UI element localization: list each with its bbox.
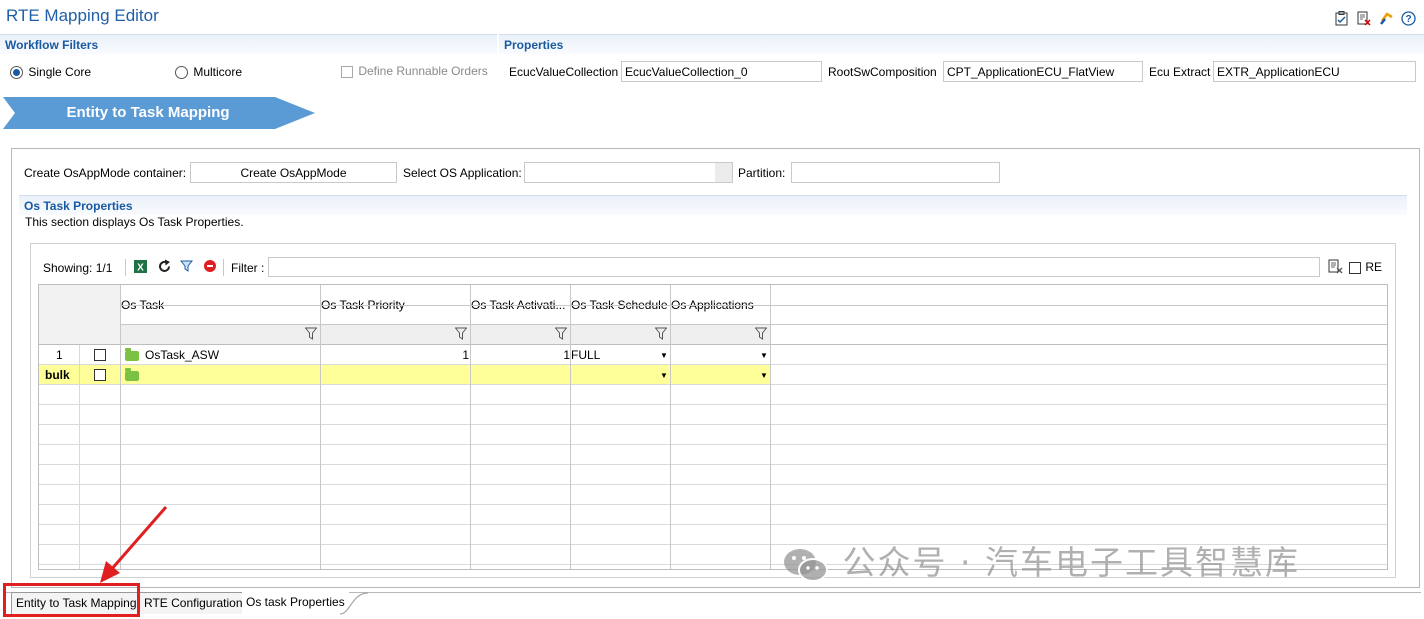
select-os-application-dropdown-button[interactable] [715, 163, 732, 182]
workflow-step-label[interactable]: Entity to Task Mapping [3, 97, 293, 129]
root-sw-composition-label: RootSwComposition [828, 65, 937, 79]
column-filter-icon[interactable] [554, 327, 568, 343]
cell-os-task[interactable]: OsTask_ASW [145, 348, 219, 362]
applications-dropdown-arrow-icon[interactable]: ▼ [760, 351, 768, 360]
folder-icon [125, 348, 139, 361]
workflow-filters-header: Workflow Filters [0, 34, 497, 54]
regex-checkbox[interactable]: RE [1349, 260, 1382, 274]
os-task-properties-header: Os Task Properties [19, 195, 1407, 215]
editor-title: RTE Mapping Editor [6, 6, 159, 25]
row-select-checkbox[interactable] [94, 349, 106, 361]
ecuc-value-collection-field[interactable]: EcucValueCollection_0 [621, 61, 822, 82]
regex-checkbox-box[interactable] [1349, 261, 1361, 274]
column-filter-icon[interactable] [754, 327, 768, 343]
filter-input[interactable] [268, 257, 1320, 277]
export-document-icon[interactable] [1328, 259, 1343, 277]
bulk-applications-dropdown-arrow-icon[interactable]: ▼ [760, 371, 768, 380]
wechat-logo-icon [784, 548, 828, 582]
multicore-radio[interactable]: Multicore [175, 65, 243, 80]
create-osappmode-button[interactable]: Create OsAppMode [190, 162, 397, 183]
partition-label: Partition: [738, 166, 786, 180]
highlight-box [3, 583, 140, 617]
properties-header: Properties [499, 34, 1424, 54]
clear-filter-icon[interactable] [203, 259, 217, 276]
filter-row [120, 325, 770, 344]
define-runnable-orders-label: Define Runnable Orders [358, 64, 488, 78]
bulk-schedule-dropdown-arrow-icon[interactable]: ▼ [660, 371, 668, 380]
active-tab-edge [340, 592, 369, 615]
cell-activation[interactable]: 1 [471, 348, 570, 362]
folder-icon [125, 368, 139, 381]
single-core-radio[interactable]: Single Core [10, 65, 92, 80]
schedule-dropdown-arrow-icon[interactable]: ▼ [660, 351, 668, 360]
svg-text:X: X [137, 263, 144, 274]
select-os-application-label: Select OS Application: [403, 166, 522, 180]
clipboard-check-icon[interactable] [1334, 10, 1350, 26]
watermark-text: 公众号 · 汽车电子工具智慧库 [842, 543, 1300, 582]
corner-cell [39, 285, 120, 345]
column-filter-icon[interactable] [304, 327, 318, 343]
single-core-radio-indicator[interactable] [10, 66, 23, 80]
excel-export-icon[interactable]: X [133, 259, 148, 277]
create-osappmode-label: Create OsAppMode container: [24, 166, 187, 180]
define-runnable-orders-box[interactable] [341, 65, 353, 78]
filter-settings-icon[interactable] [179, 259, 194, 276]
bulk-label: bulk [45, 368, 70, 382]
root-sw-composition-field[interactable]: CPT_ApplicationECU_FlatView [943, 61, 1143, 82]
tab-os-task-properties[interactable]: Os task Properties [242, 592, 349, 614]
toolbar-separator [125, 259, 126, 276]
ecuc-value-collection-label: EcucValueCollection [509, 65, 619, 79]
cell-priority[interactable]: 1 [321, 348, 469, 362]
partition-field[interactable] [791, 162, 1000, 183]
cell-schedule[interactable]: FULL [571, 348, 600, 362]
bulk-select-checkbox[interactable] [94, 369, 106, 381]
multicore-radio-indicator[interactable] [175, 66, 188, 80]
column-filter-icon[interactable] [654, 327, 668, 343]
watermark: 公众号 · 汽车电子工具智慧库 [782, 536, 1300, 585]
select-os-application-combo[interactable] [524, 162, 733, 183]
svg-text:?: ? [1405, 14, 1411, 25]
ecu-extract-field[interactable]: EXTR_ApplicationECU [1213, 61, 1416, 82]
tab-rte-configuration[interactable]: RTE Configuration [139, 592, 248, 614]
document-delete-icon[interactable] [1356, 10, 1372, 26]
define-runnable-orders-checkbox[interactable]: Define Runnable Orders [341, 64, 488, 78]
sync-arrows-icon[interactable] [1378, 10, 1394, 26]
editor-toolbar: ? [1334, 10, 1416, 26]
row-number: 1 [56, 348, 63, 362]
ecu-extract-label: Ecu Extract [1149, 65, 1211, 79]
refresh-icon[interactable] [157, 259, 172, 277]
annotation-arrow-icon [100, 506, 168, 583]
toolbar-separator [223, 259, 224, 276]
column-filter-icon[interactable] [454, 327, 468, 343]
os-task-table: Os Task Os Task Priority Os Task Activat… [38, 284, 1388, 570]
os-task-properties-description: This section displays Os Task Properties… [25, 215, 244, 229]
filter-label: Filter : [231, 261, 265, 275]
showing-count: Showing: 1/1 [43, 261, 113, 275]
help-icon[interactable]: ? [1400, 10, 1416, 26]
multicore-label: Multicore [193, 65, 243, 79]
single-core-label: Single Core [28, 65, 92, 79]
regex-label: RE [1365, 260, 1383, 274]
